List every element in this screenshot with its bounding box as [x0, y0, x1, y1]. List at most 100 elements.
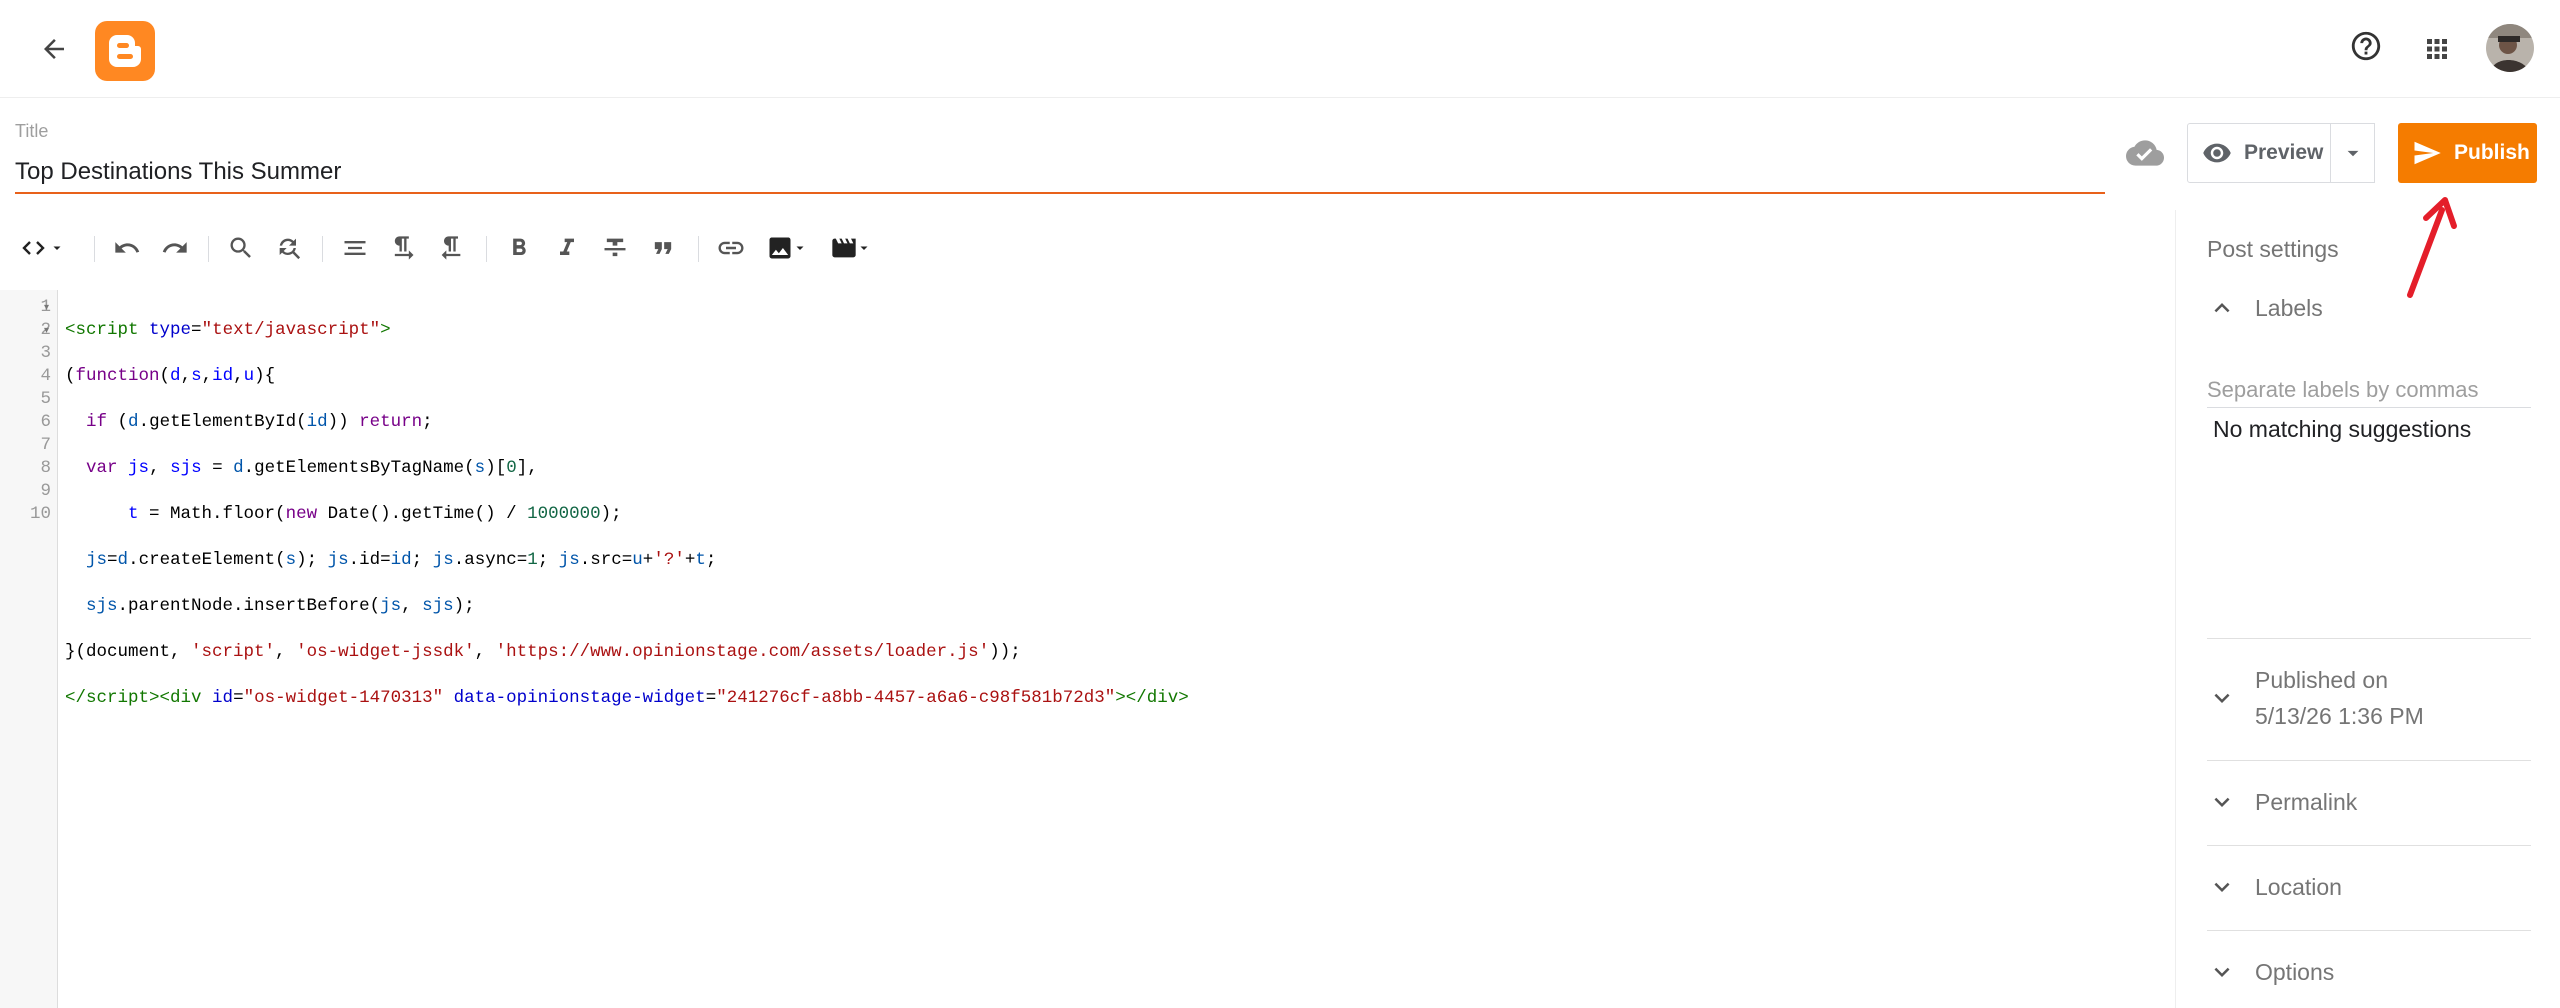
chevron-down-icon	[2214, 693, 2230, 703]
code-line: if (d.getElementById(id)) return;	[86, 412, 433, 432]
fold-marker[interactable]: ▾	[44, 319, 49, 342]
insert-image-button[interactable]	[758, 218, 814, 278]
labels-suggestion-text: No matching suggestions	[2213, 416, 2472, 442]
section-divider	[2207, 930, 2531, 931]
send-icon	[2414, 141, 2441, 165]
help-button[interactable]	[2344, 24, 2388, 68]
code-line: }(document, 'script', 'os-widget-jssdk',…	[65, 642, 1021, 662]
published-on-title: Published on	[2255, 667, 2388, 693]
arrow-drop-down-icon	[2347, 150, 2359, 157]
dropdown-caret-icon	[860, 246, 868, 250]
line-number: 8	[40, 458, 51, 478]
cloud-done-icon	[2126, 140, 2164, 166]
paragraph-rtl-button[interactable]	[430, 218, 472, 278]
undo-icon	[115, 242, 140, 253]
code-line: var js, sjs = d.getElementsByTagName(s)[…	[86, 458, 538, 478]
redo-icon	[162, 242, 187, 253]
find-replace-button[interactable]	[268, 218, 310, 278]
video-icon	[832, 238, 856, 258]
bold-button[interactable]	[498, 218, 540, 278]
title-field-label: Title	[15, 121, 49, 141]
publish-button[interactable]: Publish	[2398, 123, 2537, 183]
section-divider	[2207, 845, 2531, 846]
search-icon	[230, 237, 251, 258]
preview-label: Preview	[2244, 141, 2324, 164]
save-status	[2125, 136, 2165, 170]
account-avatar[interactable]	[2486, 24, 2534, 72]
align-icon	[344, 241, 366, 255]
code-line: (function(d,s,id,u){	[65, 366, 276, 386]
blogger-logo[interactable]	[94, 21, 156, 81]
published-on-section-header[interactable]: Published on 5/13/26 1:36 PM	[2207, 662, 2531, 734]
permalink-section-title: Permalink	[2255, 789, 2358, 815]
redo-button[interactable]	[154, 218, 196, 278]
line-number: 7	[40, 435, 51, 455]
permalink-section-header[interactable]: Permalink	[2207, 784, 2531, 820]
insert-video-button[interactable]	[822, 218, 878, 278]
apps-grid-icon	[2427, 39, 2447, 59]
chevron-down-icon	[2214, 797, 2230, 807]
toolbar-separator	[486, 236, 487, 262]
blogger-logo-icon	[95, 21, 155, 81]
bold-icon	[513, 238, 526, 255]
quote-button[interactable]	[642, 218, 684, 278]
publish-label: Publish	[2454, 141, 2530, 164]
code-line: t = Math.floor(new Date().getTime() / 10…	[128, 504, 622, 524]
chevron-down-icon	[2214, 967, 2230, 977]
paragraph-ltr-icon	[394, 236, 414, 260]
arrow-back-icon	[44, 39, 64, 59]
line-number: 6	[40, 412, 51, 432]
paragraph-ltr-button[interactable]	[382, 218, 424, 278]
link-icon	[718, 241, 744, 255]
italic-button[interactable]	[546, 218, 588, 278]
code-line: sjs.parentNode.insertBefore(js, sjs);	[86, 596, 475, 616]
published-on-value: 5/13/26 1:36 PM	[2255, 703, 2424, 729]
options-section-header[interactable]: Options	[2207, 954, 2531, 990]
toolbar-separator	[94, 236, 95, 262]
line-number: 9	[40, 481, 51, 501]
code-line: </script><div id="os-widget-1470313" dat…	[65, 688, 1189, 708]
dropdown-caret-icon	[796, 246, 804, 250]
toolbar-separator	[322, 236, 323, 262]
dropdown-caret-icon	[53, 246, 61, 250]
labels-section-header[interactable]: Labels	[2207, 290, 2531, 326]
chevron-down-icon	[2214, 882, 2230, 892]
editor-toolbar	[0, 218, 890, 278]
eye-icon	[2203, 143, 2231, 163]
post-title-input[interactable]	[15, 152, 2105, 194]
preview-dropdown-button[interactable]	[2330, 123, 2375, 183]
back-button[interactable]	[26, 26, 82, 72]
paragraph-rtl-icon	[441, 236, 461, 260]
sidebar-divider	[2175, 210, 2176, 1008]
chevron-up-icon	[2214, 303, 2230, 313]
undo-button[interactable]	[106, 218, 148, 278]
section-divider	[2207, 760, 2531, 761]
line-number: 10	[29, 504, 51, 524]
annotation-arrow	[2407, 197, 2457, 298]
html-code-editor[interactable]: 1 2 3 4 5 6 7 8 9 10 ▾ ▾ <script type="t…	[0, 290, 2175, 1008]
link-button[interactable]	[710, 218, 752, 278]
toolbar-separator	[208, 236, 209, 262]
fold-marker[interactable]: ▾	[44, 296, 49, 319]
line-number: 3	[40, 343, 51, 363]
location-section-header[interactable]: Location	[2207, 869, 2531, 905]
image-icon	[769, 237, 791, 259]
toolbar-separator	[698, 236, 699, 262]
strikethrough-button[interactable]	[594, 218, 636, 278]
line-number: 4	[40, 366, 51, 386]
labels-section-title: Labels	[2255, 295, 2323, 321]
align-button[interactable]	[334, 218, 376, 278]
labels-input[interactable]	[2207, 372, 2531, 408]
code-icon	[22, 241, 45, 255]
code-content[interactable]: <script type="text/javascript"> (functio…	[65, 296, 1189, 802]
post-settings-title: Post settings	[2207, 236, 2339, 262]
options-section-title: Options	[2255, 959, 2335, 985]
top-app-bar	[0, 0, 2560, 98]
italic-icon	[560, 238, 574, 255]
code-line: <script type="text/javascript">	[65, 320, 391, 340]
quote-icon	[654, 242, 672, 254]
search-button[interactable]	[220, 218, 262, 278]
code-view-toggle[interactable]	[14, 218, 70, 278]
apps-button[interactable]	[2415, 27, 2459, 71]
